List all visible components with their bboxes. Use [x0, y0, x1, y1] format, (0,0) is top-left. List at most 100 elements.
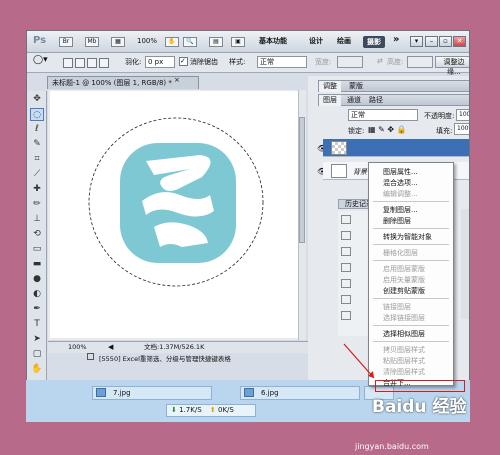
watermark-url: jingyan.baidu.com — [355, 442, 429, 451]
view-extras-icon[interactable]: ▦ — [111, 37, 125, 47]
tab-channels[interactable]: 通道 — [343, 95, 365, 106]
swap-icon: ⇄ — [377, 57, 383, 65]
menu-duplicate-layer[interactable]: 复制图层... — [383, 205, 418, 215]
canvas[interactable] — [50, 91, 298, 338]
clone-stamp-tool-icon[interactable]: ⊥ — [30, 213, 44, 226]
restore-button[interactable]: ▫ — [439, 36, 452, 47]
menu-select-linked-layers[interactable]: 选择链接图层 — [383, 313, 425, 323]
pen-tool-icon[interactable]: ✒ — [30, 303, 44, 316]
eraser-tool-icon[interactable]: ▭ — [30, 243, 44, 256]
scroll-thumb[interactable] — [299, 117, 305, 243]
menu-enable-layer-mask[interactable]: 启用图层蒙版 — [383, 264, 425, 274]
history-item-icon[interactable] — [341, 215, 351, 224]
task-checkbox[interactable] — [87, 353, 94, 360]
style-select[interactable]: 正常 — [257, 56, 307, 68]
history-brush-tool-icon[interactable]: ⟲ — [30, 228, 44, 241]
cs-live-button[interactable]: ▾ — [410, 36, 423, 47]
history-item-icon[interactable] — [341, 263, 351, 272]
history-item-icon[interactable] — [341, 295, 351, 304]
minibridge-icon[interactable]: Mb — [85, 37, 99, 47]
refine-edge-button[interactable]: 调整边缘... — [435, 56, 469, 76]
new-selection-icon[interactable] — [63, 58, 73, 68]
workspace-essentials[interactable]: 基本功能 — [259, 36, 287, 46]
tab-paths[interactable]: 路径 — [365, 95, 387, 106]
close-button[interactable]: ✕ — [453, 36, 466, 47]
menu-layer-properties[interactable]: 图层属性... — [383, 167, 418, 177]
zoom-tool-icon[interactable]: 🔍 — [183, 37, 197, 47]
screen-mode-icon[interactable]: ▣ — [231, 37, 245, 47]
lock-icons[interactable]: ▦ ✎ ✥ 🔒 — [368, 125, 407, 134]
gradient-tool-icon[interactable]: ▬ — [30, 258, 44, 271]
history-item-icon[interactable] — [341, 247, 351, 256]
blur-tool-icon[interactable]: ● — [30, 273, 44, 286]
menu-paste-layer-style[interactable]: 粘贴图层样式 — [383, 356, 425, 366]
task-text-label: [5550] Excel重筛选、分级与管理快捷键表格 — [99, 355, 231, 363]
dodge-tool-icon[interactable]: ◐ — [30, 288, 44, 301]
feather-input[interactable]: 0 px — [145, 56, 175, 68]
marquee-preset-icon[interactable]: ◯▾ — [33, 55, 48, 65]
workspace-photography[interactable]: 摄影 — [363, 36, 385, 48]
workspace-overflow[interactable]: » — [393, 34, 399, 45]
tab-masks[interactable]: 蒙版 — [345, 81, 367, 92]
history-item-icon[interactable] — [341, 231, 351, 240]
bridge-icon[interactable]: Br — [59, 37, 73, 47]
file-item-6[interactable]: 6.jpg — [240, 386, 360, 400]
shape-tool-icon[interactable]: ▢ — [30, 348, 44, 361]
hand-tool-icon[interactable]: ✋ — [165, 37, 179, 47]
menu-clear-layer-style[interactable]: 清除图层样式 — [383, 367, 425, 377]
minimize-button[interactable]: – — [425, 36, 438, 47]
subtract-selection-icon[interactable] — [87, 58, 97, 68]
opacity-input[interactable]: 100% — [456, 109, 469, 121]
path-select-tool-icon[interactable]: ➤ — [30, 333, 44, 346]
crop-tool-icon[interactable]: ⌗ — [30, 153, 44, 166]
blend-mode-select[interactable]: 正常 — [348, 109, 418, 121]
menu-select-similar-layers[interactable]: 选择相似图层 — [383, 329, 425, 339]
healing-brush-tool-icon[interactable]: ✚ — [30, 183, 44, 196]
arrange-docs-icon[interactable]: ▤ — [209, 37, 223, 47]
history-item-icon[interactable] — [341, 311, 351, 320]
style-label: 样式: — [229, 58, 246, 66]
down-arrow-icon: ⬇ — [171, 406, 177, 414]
hand-tool-icon[interactable]: ✋ — [30, 363, 44, 376]
antialias-checkbox[interactable]: ✓ — [179, 57, 188, 66]
menu-bar: Ps Br Mb ▦ 100% ✋ 🔍 ▤ ▣ 基本功能 设计 绘画 摄影 » … — [27, 31, 469, 53]
menu-rasterize-layer[interactable]: 栅格化图层 — [383, 248, 418, 258]
ellipse-marquee-tool-icon[interactable]: ◌ — [30, 108, 44, 121]
menu-blending-options[interactable]: 混合选项... — [383, 178, 418, 188]
menu-enable-vector-mask[interactable]: 启用矢量蒙版 — [383, 275, 425, 285]
quick-select-tool-icon[interactable]: ✎ — [30, 138, 44, 151]
width-input[interactable] — [337, 56, 363, 68]
fill-label: 填充: — [436, 127, 453, 135]
menu-edit-adjustment[interactable]: 编辑调整... — [383, 189, 418, 199]
canvas-artwork — [88, 117, 264, 287]
menu-convert-smart-object[interactable]: 转换为智能对象 — [383, 232, 432, 242]
lasso-tool-icon[interactable]: ℓ — [30, 123, 44, 136]
tab-adjustments[interactable]: 调整 — [319, 81, 341, 92]
menu-link-layers[interactable]: 链接图层 — [383, 302, 411, 312]
workspace-design[interactable]: 设计 — [309, 36, 323, 46]
zoom-dropdown[interactable]: 100% — [137, 37, 157, 45]
intersect-selection-icon[interactable] — [99, 58, 109, 68]
menu-copy-layer-style[interactable]: 拷贝图层样式 — [383, 345, 425, 355]
lock-label: 锁定: — [348, 127, 365, 135]
layer-row-1[interactable] — [323, 139, 469, 157]
zoom-status[interactable]: 100% — [68, 342, 87, 353]
menu-create-clipping-mask[interactable]: 创建剪贴蒙版 — [383, 286, 425, 296]
type-tool-icon[interactable]: T — [30, 318, 44, 331]
menu-delete-layer[interactable]: 删除图层 — [383, 216, 411, 226]
panel-scrollbar[interactable] — [461, 209, 469, 319]
move-tool-icon[interactable]: ✥ — [30, 93, 44, 106]
height-input[interactable] — [407, 56, 433, 68]
fill-input[interactable]: 100% — [454, 123, 469, 135]
eyedropper-tool-icon[interactable]: ⟋ — [30, 168, 44, 181]
file-item-7[interactable]: 7.jpg — [92, 386, 212, 400]
tab-layers[interactable]: 图层 — [319, 95, 341, 106]
history-item-icon[interactable] — [341, 279, 351, 288]
menu-separator — [373, 244, 449, 245]
speed-indicator: ⬇ 1.7K/S ⬆ 0K/S — [166, 404, 256, 417]
add-selection-icon[interactable] — [75, 58, 85, 68]
close-doc-icon[interactable]: × — [174, 76, 180, 84]
workspace-painting[interactable]: 绘画 — [337, 36, 351, 46]
brush-tool-icon[interactable]: ✏ — [30, 198, 44, 211]
file-name-6: 6.jpg — [261, 389, 279, 397]
